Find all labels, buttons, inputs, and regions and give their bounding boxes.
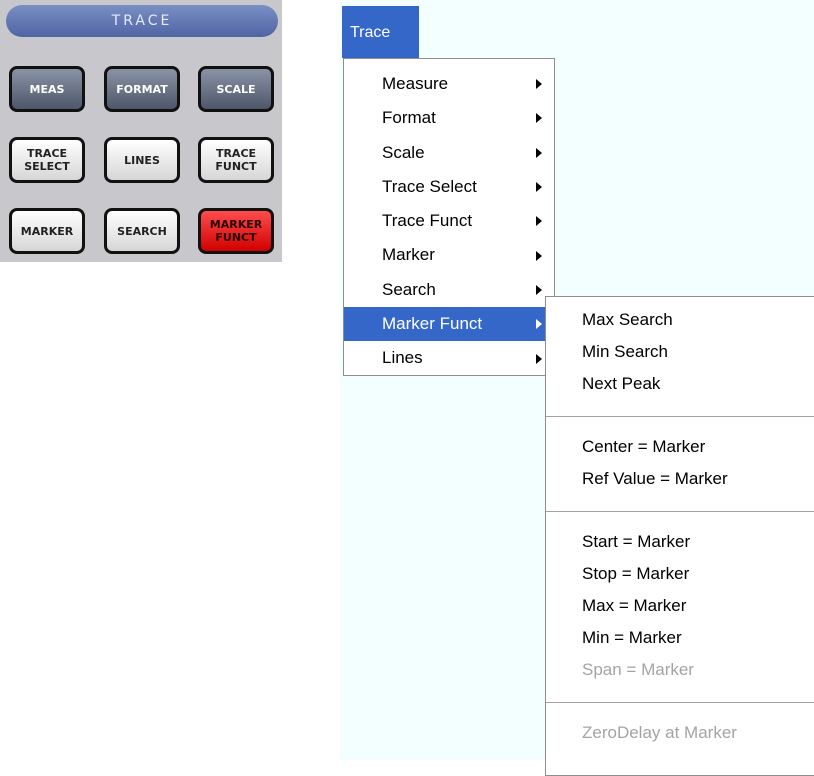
- scale-key[interactable]: SCALE: [198, 66, 274, 112]
- submenu-item-center-marker[interactable]: Center = Marker: [546, 431, 814, 463]
- submenu-arrow-icon: [536, 79, 542, 90]
- submenu-item-start-marker[interactable]: Start = Marker: [546, 526, 814, 558]
- submenu-item-max-search[interactable]: Max Search: [546, 304, 814, 336]
- lines-key[interactable]: LINES: [104, 137, 180, 183]
- menu-item-label: Marker Funct: [382, 314, 483, 334]
- submenu-item-max-marker[interactable]: Max = Marker: [546, 590, 814, 622]
- menu-item-label: Measure: [382, 74, 449, 93]
- menu-item-label: Lines: [382, 348, 423, 368]
- menu-item-marker[interactable]: Marker: [344, 238, 554, 272]
- menu-item-label: Search: [382, 279, 436, 299]
- menu-item-lines[interactable]: Lines: [344, 341, 554, 375]
- marker-funct-submenu: Max Search Min Search Next Peak Center =…: [545, 296, 814, 776]
- submenu-arrow-icon: [536, 113, 542, 124]
- marker-funct-key[interactable]: MARKER FUNCT: [198, 208, 274, 254]
- meas-key[interactable]: MEAS: [9, 66, 85, 112]
- menu-item-format[interactable]: Format: [344, 101, 554, 135]
- submenu-arrow-icon: [536, 216, 542, 227]
- submenu-arrow-icon: [536, 182, 542, 193]
- menu-item-label: Trace Select: [382, 176, 477, 196]
- submenu-arrow-icon: [536, 147, 542, 158]
- menu-separator: [546, 702, 814, 703]
- menu-separator: [546, 511, 814, 512]
- trace-funct-key[interactable]: TRACE FUNCT: [198, 137, 274, 183]
- submenu-item-zerodelay-at-marker: ZeroDelay at Marker: [582, 723, 737, 742]
- menu-item-label: Scale: [382, 142, 425, 162]
- submenu-arrow-icon: [536, 319, 542, 330]
- menu-separator: [546, 416, 814, 417]
- submenu-item-ref-value-marker[interactable]: Ref Value = Marker: [546, 463, 814, 495]
- submenu-arrow-icon: [536, 250, 542, 261]
- menu-item-label: Format: [382, 108, 436, 128]
- submenu-item-min-marker[interactable]: Min = Marker: [546, 622, 814, 654]
- submenu-item-stop-marker[interactable]: Stop = Marker: [546, 558, 814, 590]
- menu-item-trace-funct[interactable]: Trace Funct: [344, 204, 554, 238]
- submenu-item-min-search[interactable]: Min Search: [546, 336, 814, 368]
- menubar-trace[interactable]: Trace: [342, 6, 419, 58]
- menu-item-trace-select[interactable]: Trace Select: [344, 170, 554, 204]
- trace-hardkey-panel: TRACE MEAS FORMAT SCALE TRACE SELECT LIN…: [0, 0, 282, 262]
- submenu-item-next-peak[interactable]: Next Peak: [546, 368, 814, 400]
- menu-item-measure[interactable]: Measure: [344, 67, 554, 101]
- menu-item-marker-funct[interactable]: Marker Funct: [344, 307, 554, 342]
- menu-item-search[interactable]: Search: [344, 273, 554, 307]
- menu-item-scale[interactable]: Scale: [344, 136, 554, 170]
- menu-item-label: Trace Funct: [382, 211, 473, 231]
- submenu-arrow-icon: [536, 353, 542, 364]
- submenu-item-span-marker: Span = Marker: [582, 660, 694, 679]
- format-key[interactable]: FORMAT: [104, 66, 180, 112]
- trace-menu: Measure Format Scale Trace Select Trace …: [343, 58, 555, 376]
- panel-title: TRACE: [6, 5, 278, 37]
- trace-select-key[interactable]: TRACE SELECT: [9, 137, 85, 183]
- submenu-arrow-icon: [536, 284, 542, 295]
- search-key[interactable]: SEARCH: [104, 208, 180, 254]
- menu-item-label: Marker: [382, 245, 435, 265]
- marker-key[interactable]: MARKER: [9, 208, 85, 254]
